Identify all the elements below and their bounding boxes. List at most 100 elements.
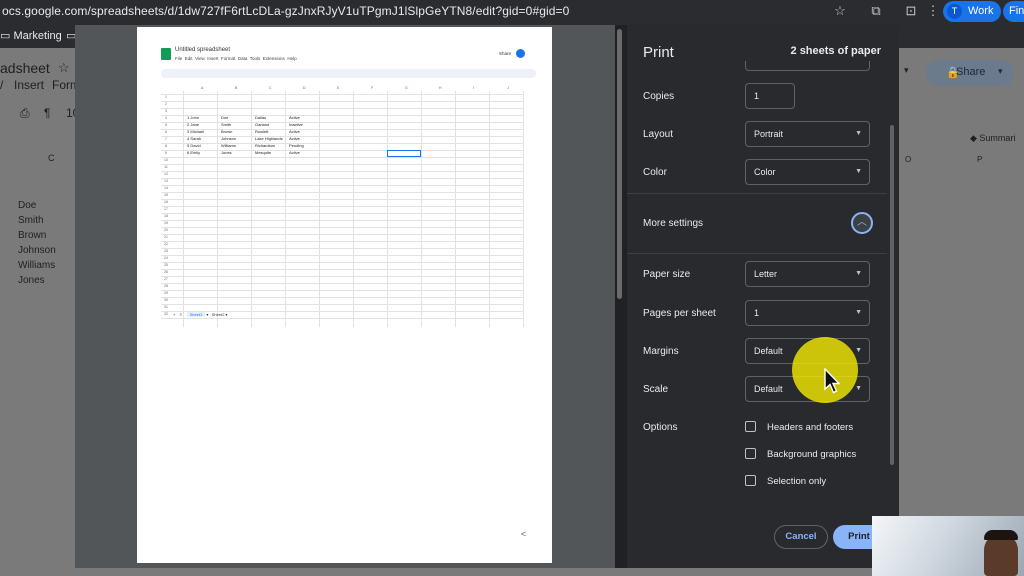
chevron-down-icon: ▾ <box>998 66 1003 76</box>
cell-num: 6 <box>187 150 190 155</box>
preview-scrollbar[interactable] <box>615 25 624 568</box>
more-settings-label[interactable]: More settings <box>643 218 703 229</box>
col-header: C <box>269 86 272 90</box>
copies-input[interactable]: 1 <box>745 83 795 109</box>
cell-num: 4 <box>187 136 190 141</box>
background-graphics-checkbox[interactable] <box>745 448 756 459</box>
grid-line <box>523 91 524 327</box>
layout-label: Layout <box>643 129 674 140</box>
chevron-down-icon: ▾ <box>904 65 909 75</box>
cell-status: Pending <box>289 143 304 148</box>
row-number: 4 <box>165 116 167 120</box>
share-button[interactable]: 🔒 Share ▾ <box>926 60 1014 86</box>
share-label: Share <box>956 66 986 78</box>
selection-only-label[interactable]: Selection only <box>767 476 826 487</box>
row-number: 9 <box>165 151 167 155</box>
grid-row-line <box>161 129 523 130</box>
preview-menu-item: File <box>175 56 183 61</box>
grid-row-line <box>161 234 523 235</box>
layout-select[interactable]: Portrait ▼ <box>745 121 870 147</box>
cell-first: 1 John <box>187 115 199 120</box>
cancel-button[interactable]: Cancel <box>774 525 828 549</box>
row-number: 19 <box>164 221 168 225</box>
chevron-up-icon[interactable]: ︿ <box>851 212 873 234</box>
grid-row-line <box>161 157 523 158</box>
col-header: H <box>439 86 442 90</box>
menu-item-insert: Insert <box>14 78 45 92</box>
grid-row-line <box>161 241 523 242</box>
page-nav-marker[interactable]: < <box>521 529 526 539</box>
layout-value: Portrait <box>754 129 784 139</box>
grid-row-line <box>161 115 523 116</box>
all-sheets-icon: ≡ <box>179 312 183 317</box>
sheet-count: 2 sheets of paper <box>790 45 881 57</box>
selected-cell <box>387 150 421 157</box>
headers-footers-checkbox[interactable] <box>745 421 756 432</box>
scrollbar-thumb[interactable] <box>617 29 622 299</box>
chevron-down-icon: ▼ <box>855 168 862 175</box>
headers-footers-label[interactable]: Headers and footers <box>767 422 853 433</box>
row-number: 27 <box>164 277 168 281</box>
paper-size-value: Letter <box>754 269 778 279</box>
tab-search-icon[interactable]: ⊡ <box>903 3 919 19</box>
paper-size-select[interactable]: Letter ▼ <box>745 261 870 287</box>
presenter-face <box>984 534 1018 576</box>
row-number: 12 <box>164 172 168 176</box>
preview-page: Untitled spreadsheet File Edit View Inse… <box>137 27 552 563</box>
row-number: 10 <box>164 158 168 162</box>
bookmark-star-icon[interactable]: ☆ <box>832 3 848 19</box>
cell-city: Richardson <box>255 143 276 148</box>
preview-menu-item: Extensions <box>262 56 285 61</box>
destination-select-partial[interactable] <box>745 61 870 71</box>
selection-only-checkbox[interactable] <box>745 475 756 486</box>
bg-cell: Brown <box>18 230 47 241</box>
avatar <box>516 49 525 58</box>
pages-per-sheet-select[interactable]: 1 ▼ <box>745 300 870 326</box>
cell-first: 6 Emily <box>187 150 200 155</box>
preview-doc-title: Untitled spreadsheet <box>175 47 231 53</box>
cell-city: Garland <box>255 122 270 127</box>
preview-menu-item: View <box>195 56 205 61</box>
grid-row-line <box>161 150 523 151</box>
preview-grid: A B C D E F G H I J 1 2 3 4 5 6 7 8 9 10 11 12 13 14 1… <box>161 86 534 327</box>
profile-chip[interactable]: T Work <box>943 1 1002 22</box>
grid-row-line <box>161 136 523 137</box>
background-graphics-label[interactable]: Background graphics <box>767 449 856 460</box>
row-number: 18 <box>164 214 168 218</box>
cell-first-name: John <box>190 115 200 120</box>
address-bar[interactable]: ocs.google.com/spreadsheets/d/1dw727fF6r… <box>2 4 569 18</box>
cell-first-name: David <box>190 143 201 148</box>
cell-status: Active <box>289 136 300 141</box>
extensions-icon[interactable]: ⧉ <box>868 3 884 19</box>
cell-city: Mesquite <box>255 150 272 155</box>
col-header: D <box>303 86 306 90</box>
pages-per-sheet-label: Pages per sheet <box>643 308 716 319</box>
settings-scrollbar[interactable] <box>890 125 894 465</box>
star-icon: ☆ <box>58 60 70 75</box>
color-select[interactable]: Color ▼ <box>745 159 870 185</box>
bookmark-folder-marketing[interactable]: ▭ Marketing <box>0 29 62 42</box>
find-chip[interactable]: Fin <box>1003 1 1024 22</box>
row-number: 1 <box>165 95 167 99</box>
row-number: 31 <box>164 305 168 309</box>
row-number: 29 <box>164 291 168 295</box>
chevron-down-icon: ▼ <box>855 270 862 277</box>
row-number: 5 <box>165 123 167 127</box>
grid-row-line <box>161 318 523 319</box>
grid-row-line <box>161 101 523 102</box>
grid-row-line <box>161 248 523 249</box>
row-number: 20 <box>164 228 168 232</box>
doc-title: adsheet <box>0 60 50 76</box>
row-number: 24 <box>164 256 168 260</box>
menu-icon[interactable]: ⋮ <box>925 3 941 19</box>
color-value: Color <box>754 167 776 177</box>
col-header: F <box>371 86 374 90</box>
avatar: T <box>947 4 962 19</box>
row-number: 3 <box>165 109 167 113</box>
cell-city: Lake Highlands <box>255 136 283 141</box>
summary-chip[interactable]: ◆ Summari <box>970 133 1015 144</box>
cell-status: Active <box>289 115 300 120</box>
divider <box>627 193 887 194</box>
grid-line <box>421 91 422 327</box>
preview-sheet-tabs: + ≡ Sheet1 ▾ Sheet2 ▾ <box>173 312 228 317</box>
